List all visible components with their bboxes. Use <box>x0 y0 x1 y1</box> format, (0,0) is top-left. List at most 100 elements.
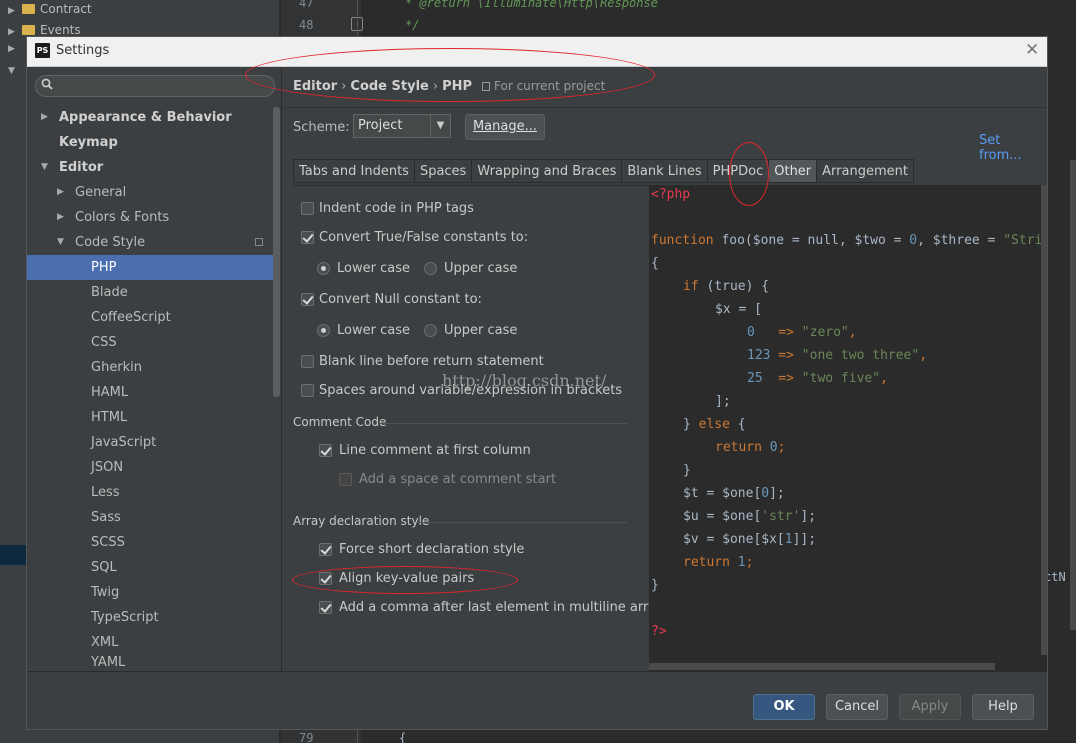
convert-bool-checkbox[interactable] <box>301 231 314 244</box>
bool-lower-radio[interactable] <box>317 262 330 275</box>
expand-arrow-icon[interactable]: ▶ <box>8 6 22 16</box>
option-label: Convert Null constant to: <box>319 292 482 307</box>
sidebar-item-scss[interactable]: SCSS <box>27 530 273 555</box>
folder-icon <box>22 25 35 35</box>
sidebar-item-xml[interactable]: XML <box>27 630 273 655</box>
tab-wrapping-and-braces[interactable]: Wrapping and Braces <box>471 159 622 183</box>
code-line: 123 => "one two three", <box>747 348 928 363</box>
blank-line-return-checkbox[interactable] <box>301 355 314 368</box>
bool-upper-radio[interactable] <box>424 262 437 275</box>
spaces-around-checkbox[interactable] <box>301 384 314 397</box>
tab-phpdoc[interactable]: PHPDoc <box>706 159 769 183</box>
trailing-comma-checkbox[interactable] <box>319 601 332 614</box>
close-icon[interactable]: ✕ <box>1025 40 1039 60</box>
expand-arrow-icon[interactable]: ▶ <box>57 180 64 205</box>
sidebar-item-colors-fonts[interactable]: ▶ Colors & Fonts <box>27 205 273 230</box>
sidebar-item-sql[interactable]: SQL <box>27 555 273 580</box>
indent-php-checkbox[interactable] <box>301 202 314 215</box>
sidebar-item-blade[interactable]: Blade <box>27 280 273 305</box>
sidebar-item-twig[interactable]: Twig <box>27 580 273 605</box>
sidebar-item-json[interactable]: JSON <box>27 455 273 480</box>
sidebar-item-less[interactable]: Less <box>27 480 273 505</box>
dialog-title: Settings <box>56 43 110 58</box>
option-label: Convert True/False constants to: <box>319 230 529 245</box>
code-line: if (true) { <box>683 279 770 294</box>
sidebar-item-code-style[interactable]: ▼ Code Style <box>27 230 273 255</box>
code-preview[interactable]: <?php function foo($one = null, $two = 0… <box>649 185 1047 671</box>
preview-horizontal-scrollbar[interactable] <box>649 663 995 670</box>
sidebar-item-keymap[interactable]: Keymap <box>27 130 273 155</box>
preview-vertical-scrollbar[interactable] <box>1041 185 1047 655</box>
option-label: Add a space at comment start <box>359 472 557 487</box>
ok-button[interactable]: OK <box>753 694 815 720</box>
option-label: Lower case <box>337 261 410 276</box>
force-short-array-checkbox[interactable] <box>319 543 332 556</box>
code-line: return 0; <box>715 440 786 455</box>
option-label: Lower case <box>337 323 410 338</box>
sidebar-item-sass[interactable]: Sass <box>27 505 273 530</box>
search-input[interactable] <box>35 75 275 97</box>
expand-arrow-icon[interactable]: ▶ <box>8 44 15 54</box>
set-from-link[interactable]: Set from... <box>979 133 1047 163</box>
editor-scrollbar[interactable] <box>1070 160 1076 630</box>
comment-code-group-label: Comment Code <box>293 415 387 429</box>
code-line: ]; <box>715 394 731 409</box>
sidebar-item-gherkin[interactable]: Gherkin <box>27 355 273 380</box>
collapse-arrow-icon[interactable]: ▼ <box>57 230 64 255</box>
sidebar-item-general[interactable]: ▶ General <box>27 180 273 205</box>
code-line: ?> <box>651 624 667 639</box>
expand-arrow-icon[interactable]: ▶ <box>57 205 64 230</box>
dialog-button-bar: OK Cancel Apply Help <box>27 671 1047 729</box>
code-line: $v = $one[$x[1]]; <box>683 532 817 547</box>
expand-arrow-icon[interactable]: ▶ <box>41 105 48 130</box>
help-button[interactable]: Help <box>972 694 1034 720</box>
project-icon <box>482 82 490 91</box>
code-line: return 1; <box>683 555 754 570</box>
watermark: http://blog.csdn.net/ <box>442 371 607 390</box>
code-line: } else { <box>683 417 746 432</box>
sidebar-item-php[interactable]: PHP <box>27 255 273 280</box>
code-line: $x = [ <box>715 302 762 317</box>
project-tree-item[interactable]: ▶ Contract <box>8 2 92 16</box>
option-label: Upper case <box>444 261 518 276</box>
tab-other[interactable]: Other <box>768 159 817 183</box>
editor-right-area: ctN <box>1044 60 1076 743</box>
sidebar-item-coffeescript[interactable]: CoffeeScript <box>27 305 273 330</box>
line-number: 48 <box>299 18 314 32</box>
line-comment-first-column-checkbox[interactable] <box>319 444 332 457</box>
sidebar-scrollbar[interactable] <box>273 107 280 397</box>
phpstorm-logo-icon: PS <box>35 43 50 58</box>
expand-arrow-icon[interactable]: ▶ <box>8 27 22 37</box>
tab-tabs-and-indents[interactable]: Tabs and Indents <box>293 159 414 183</box>
align-key-value-checkbox[interactable] <box>319 572 332 585</box>
project-tree-item[interactable]: ▶ Events <box>8 23 81 37</box>
sidebar-item-yaml[interactable]: YAML <box>27 655 273 671</box>
option-label: Upper case <box>444 323 518 338</box>
cancel-button[interactable]: Cancel <box>826 694 888 720</box>
add-space-comment-checkbox[interactable] <box>339 473 352 486</box>
code-line: } <box>683 463 691 478</box>
tab-spaces[interactable]: Spaces <box>413 159 472 183</box>
sidebar-item-css[interactable]: CSS <box>27 330 273 355</box>
option-label: Align key-value pairs <box>339 571 475 586</box>
sidebar-item-haml[interactable]: HAML <box>27 380 273 405</box>
manage-button[interactable]: Manage... <box>465 114 545 140</box>
sidebar-item-editor[interactable]: ▼ Editor <box>27 155 273 180</box>
convert-null-checkbox[interactable] <box>301 293 314 306</box>
apply-button[interactable]: Apply <box>899 694 961 720</box>
tab-blank-lines[interactable]: Blank Lines <box>621 159 707 183</box>
sidebar-item-typescript[interactable]: TypeScript <box>27 605 273 630</box>
scheme-select[interactable]: Project ▼ <box>353 114 451 138</box>
sidebar-item-appearance[interactable]: ▶ Appearance & Behavior <box>27 105 273 130</box>
tab-arrangement[interactable]: Arrangement <box>816 159 914 183</box>
sidebar-item-javascript[interactable]: JavaScript <box>27 430 273 455</box>
dialog-titlebar[interactable]: PS Settings ✕ <box>27 37 1047 67</box>
folder-icon <box>22 4 35 14</box>
null-lower-radio[interactable] <box>317 324 330 337</box>
expand-arrow-icon[interactable]: ▼ <box>8 66 15 76</box>
header-divider <box>283 107 1047 108</box>
editor-code-line: * @return \Illuminate\Http\Response <box>405 0 658 10</box>
sidebar-item-html[interactable]: HTML <box>27 405 273 430</box>
collapse-arrow-icon[interactable]: ▼ <box>41 155 48 180</box>
null-upper-radio[interactable] <box>424 324 437 337</box>
